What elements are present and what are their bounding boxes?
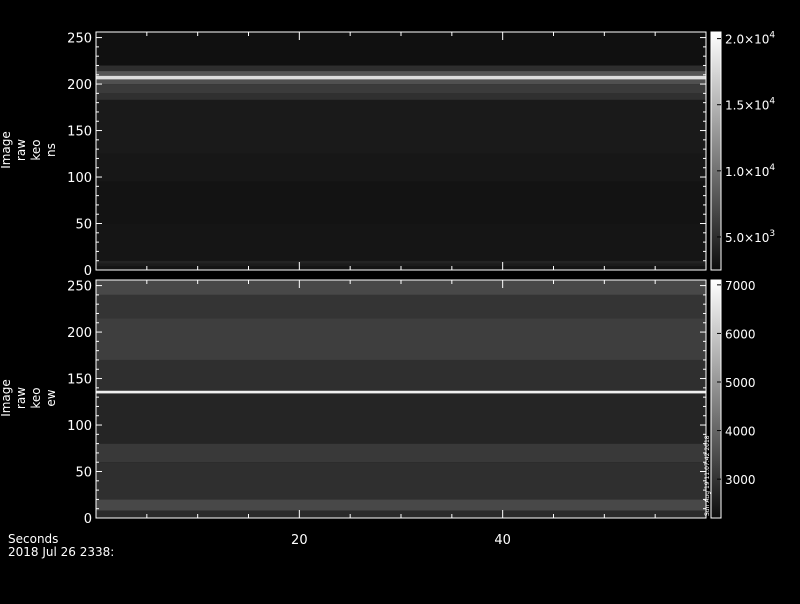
ew-intensity-band: [96, 462, 706, 500]
ew-y-tick-label: 150: [67, 373, 92, 388]
ew-intensity-band: [96, 390, 706, 394]
ew-y-axis-label-word: Image: [0, 379, 13, 417]
ew-colorbar-tick-label: 6000: [725, 327, 756, 341]
ns-intensity-band: [96, 75, 706, 80]
ns-y-axis-label-word: keo: [29, 139, 43, 160]
ew-colorbar-tick-label: 5000: [725, 376, 756, 390]
keogram-figure: 050100150200250Image raw keo ns5.0×1031.0×1…: [0, 31, 775, 559]
ns-colorbar-tick-label: 1.5×104: [725, 97, 775, 113]
ew-colorbar-tick-label: 7000: [725, 279, 756, 293]
ew-intensity-band: [96, 318, 706, 360]
ns-y-axis-label-word: Image: [0, 131, 13, 169]
ew-side-note: Sun Aug 19 11:07:42 2018: [704, 435, 711, 516]
ns-keogram-panel: 0 50 100 150 200 250 Image raw keo ns 5.0×103 1.0×1…: [0, 31, 775, 279]
ns-colorbar-tick-label: 1.0×104: [725, 163, 775, 179]
ew-colorbar: [710, 279, 722, 519]
ns-intensity-band: [96, 263, 706, 267]
ns-intensity-band: [96, 223, 706, 261]
ew-y-tick-label: 100: [67, 419, 92, 434]
ns-intensity-band: [96, 181, 706, 224]
x-axis-label: Seconds: [8, 532, 58, 546]
ns-y-tick-label: 0: [84, 264, 92, 279]
ns-y-tick-label: 250: [67, 32, 92, 47]
ew-intensity-band: [96, 393, 706, 444]
ew-y-tick-label: 200: [67, 326, 92, 341]
ns-y-tick-label: 200: [67, 78, 92, 93]
ns-intensity-band: [96, 99, 706, 154]
ns-y-axis-label-word: ns: [44, 143, 58, 157]
ew-intensity-band: [96, 443, 706, 463]
x-tick-label: 40: [494, 533, 511, 548]
ns-intensity-band: [96, 93, 706, 100]
ns-intensity-band: [96, 84, 706, 94]
ns-y-tick-label: 100: [67, 171, 92, 186]
ew-colorbar-tick-label: 4000: [725, 425, 756, 439]
ns-intensity-band: [96, 79, 706, 85]
ns-colorbar-tick-label: 5.0×103: [725, 229, 775, 245]
ew-y-tick-label: 250: [67, 280, 92, 295]
ns-intensity-band: [96, 153, 706, 182]
ns-colorbar-tick-label: 2.0×104: [725, 31, 775, 47]
ew-y-axis-label-word: ew: [44, 389, 58, 406]
x-tick-label: 20: [291, 533, 308, 548]
ns-intensity-band: [96, 65, 706, 72]
timestamp-label: 2018 Jul 26 2338:: [8, 545, 114, 559]
ew-intensity-band: [96, 359, 706, 391]
ns-intensity-band: [96, 260, 706, 264]
ew-y-axis-label-word: keo: [29, 387, 43, 408]
ns-intensity-band: [96, 71, 706, 76]
ew-keogram-panel: 0 50 100 150 200 250 Image raw keo ew 3000 4000 5000…: [0, 279, 756, 548]
ew-y-tick-label: 50: [75, 466, 92, 481]
ns-colorbar: [710, 31, 722, 271]
ns-y-tick-label: 50: [75, 218, 92, 233]
ew-intensity-band: [96, 294, 706, 319]
ew-colorbar-tick-label: 3000: [725, 473, 756, 487]
ns-y-axis-label-word: raw: [14, 139, 28, 161]
ns-intensity-band: [96, 32, 706, 66]
ew-intensity-band: [96, 499, 706, 511]
ns-y-tick-label: 150: [67, 125, 92, 140]
ew-y-tick-label: 0: [84, 512, 92, 527]
ew-y-axis-label-word: raw: [14, 387, 28, 409]
